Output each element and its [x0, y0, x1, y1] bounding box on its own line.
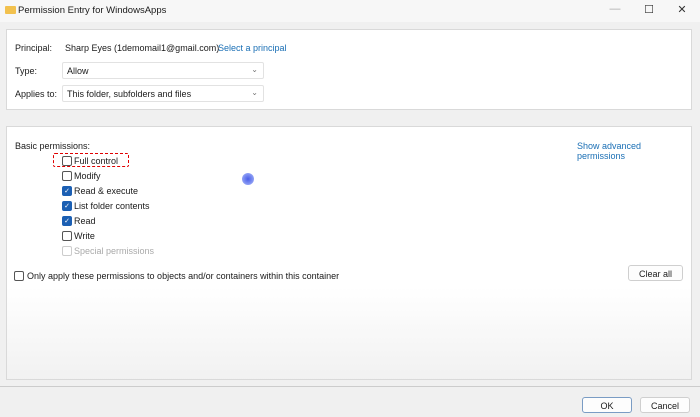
type-dropdown[interactable]: Allow ⌄	[62, 62, 264, 79]
permission-checkbox[interactable]	[62, 171, 72, 181]
cursor-icon	[242, 173, 254, 185]
permission-label: Read	[74, 216, 96, 226]
type-value: Allow	[67, 66, 89, 76]
chevron-down-icon: ⌄	[251, 88, 258, 97]
permission-checkbox	[62, 246, 72, 256]
applies-to-dropdown[interactable]: This folder, subfolders and files ⌄	[62, 85, 264, 102]
applies-to-value: This folder, subfolders and files	[67, 89, 192, 99]
basic-permissions-label: Basic permissions:	[15, 141, 91, 151]
window-title: Permission Entry for WindowsApps	[18, 5, 167, 16]
show-advanced-permissions-link[interactable]: Show advanced permissions	[577, 141, 691, 161]
title-bar: Permission Entry for WindowsApps — ☐ ✕	[0, 0, 700, 22]
clear-all-button[interactable]: Clear all	[628, 265, 683, 281]
ok-button[interactable]: OK	[582, 397, 632, 413]
permission-checkbox[interactable]: ✓	[62, 216, 72, 226]
only-apply-checkbox[interactable]	[14, 271, 24, 281]
permission-label: Write	[74, 231, 95, 241]
cancel-button[interactable]: Cancel	[640, 397, 690, 413]
type-label: Type:	[15, 66, 38, 76]
permission-checkbox[interactable]: ✓	[62, 186, 72, 196]
permission-label: Modify	[74, 171, 101, 181]
principal-label: Principal:	[15, 43, 53, 53]
permissions-panel: Basic permissions: Show advanced permiss…	[6, 126, 692, 380]
highlight-box	[53, 153, 129, 167]
footer: OK Cancel	[0, 386, 700, 417]
permission-checkbox[interactable]	[62, 231, 72, 241]
minimize-button[interactable]: —	[605, 3, 625, 19]
permission-checkbox[interactable]: ✓	[62, 201, 72, 211]
select-principal-link[interactable]: Select a principal	[218, 43, 287, 53]
permission-label: Special permissions	[74, 246, 155, 256]
principal-value: Sharp Eyes (1demomail1@gmail.com)	[65, 43, 220, 53]
chevron-down-icon: ⌄	[251, 65, 258, 74]
permission-label: Read & execute	[74, 186, 139, 196]
close-button[interactable]: ✕	[672, 3, 692, 19]
applies-to-label: Applies to:	[15, 89, 58, 99]
maximize-button[interactable]: ☐	[639, 3, 659, 19]
principal-panel: Principal: Sharp Eyes (1demomail1@gmail.…	[6, 29, 692, 110]
permission-label: List folder contents	[74, 201, 150, 211]
only-apply-label: Only apply these permissions to objects …	[27, 271, 340, 281]
folder-icon	[5, 6, 16, 14]
